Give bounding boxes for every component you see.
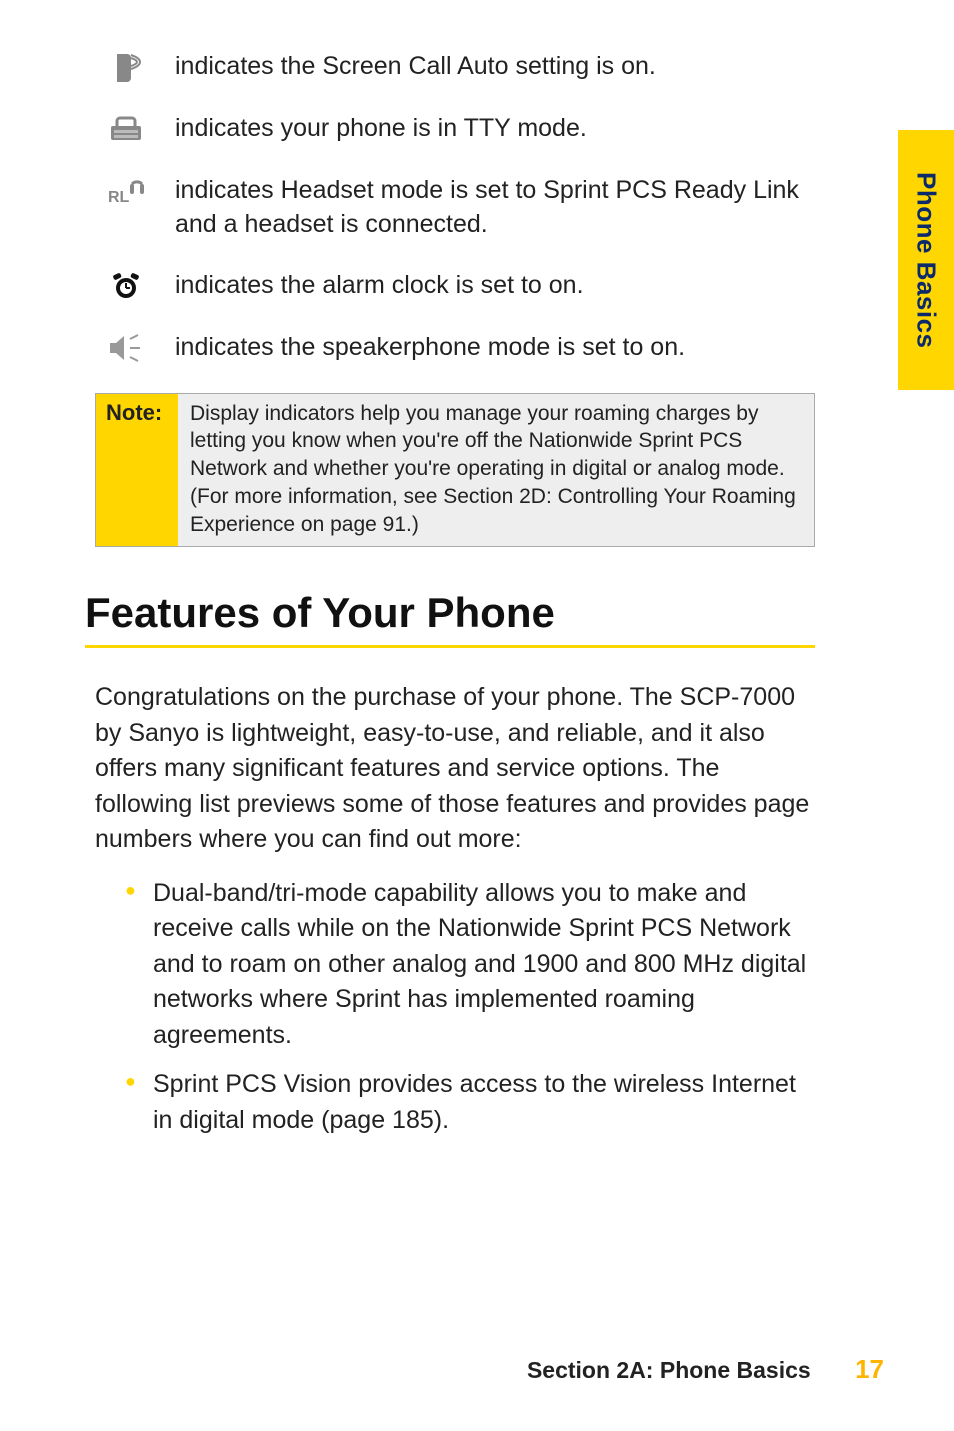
section-heading: Features of Your Phone [85, 589, 815, 648]
indicator-text: indicates your phone is in TTY mode. [157, 112, 815, 146]
indicator-row: indicates your phone is in TTY mode. [95, 112, 815, 146]
indicator-row: RL indicates Headset mode is set to Spri… [95, 174, 815, 242]
indicator-text: indicates the speakerphone mode is set t… [157, 331, 815, 365]
page-footer: Section 2A: Phone Basics 17 [527, 1354, 884, 1385]
feature-list: Dual-band/tri-mode capability allows you… [95, 876, 815, 1139]
side-tab-label: Phone Basics [911, 172, 942, 349]
speakerphone-icon [95, 331, 157, 363]
list-item: Sprint PCS Vision provides access to the… [125, 1067, 815, 1138]
alarm-clock-icon [95, 269, 157, 301]
intro-paragraph: Congratulations on the purchase of your … [95, 680, 815, 858]
note-box: Note: Display indicators help you manage… [95, 393, 815, 548]
side-tab: Phone Basics [898, 130, 954, 390]
screen-call-auto-icon [95, 50, 157, 84]
indicator-text: indicates the alarm clock is set to on. [157, 269, 815, 303]
list-item: Dual-band/tri-mode capability allows you… [125, 876, 815, 1054]
headset-readylink-icon: RL [95, 174, 157, 208]
indicator-row: indicates the speakerphone mode is set t… [95, 331, 815, 365]
note-body: Display indicators help you manage your … [178, 394, 814, 547]
indicator-text: indicates Headset mode is set to Sprint … [157, 174, 815, 242]
tty-mode-icon [95, 112, 157, 142]
footer-page-number: 17 [855, 1354, 884, 1384]
indicator-text: indicates the Screen Call Auto setting i… [157, 50, 815, 84]
footer-section: Section 2A: Phone Basics [527, 1357, 811, 1383]
page-content: indicates the Screen Call Auto setting i… [95, 50, 815, 1152]
indicator-row: indicates the alarm clock is set to on. [95, 269, 815, 303]
svg-text:RL: RL [108, 189, 130, 206]
note-label: Note: [96, 394, 178, 547]
indicator-row: indicates the Screen Call Auto setting i… [95, 50, 815, 84]
